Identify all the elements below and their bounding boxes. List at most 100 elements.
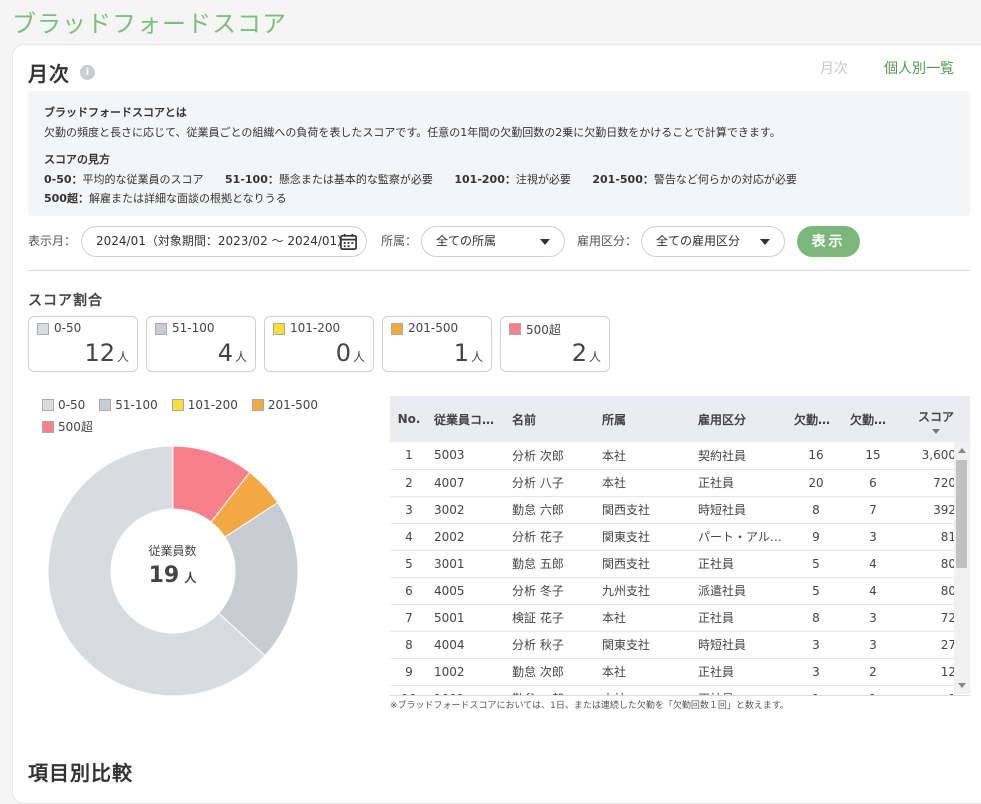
description-box: ブラッドフォードスコアとは 欠勤の頻度と長さに応じて、従業員ごとの組織への負荷を… xyxy=(28,91,970,216)
color-swatch xyxy=(391,323,403,335)
table-header-row: No. 従業員コード 名前 所属 雇用区分 欠勤日数 欠勤回数 スコア xyxy=(390,396,970,442)
score-legend-line-1: 0-50：平均的な従業員のスコア 51-100：懸念または基本的な監察が必要 1… xyxy=(44,173,797,186)
legend-item[interactable]: 101-200 xyxy=(171,398,238,412)
column-header-name[interactable]: 名前 xyxy=(506,396,596,442)
legend-item[interactable]: 500超 xyxy=(42,418,93,435)
table-cell: 5003 xyxy=(428,442,506,470)
table-cell: 2002 xyxy=(428,523,506,551)
calendar-icon[interactable] xyxy=(339,232,358,251)
chart-legend: 0-50 51-100 101-200 201-500 500超 xyxy=(42,398,342,441)
table-cell: 9 xyxy=(788,523,844,551)
table-cell: 正社員 xyxy=(692,685,788,695)
table-cell: 関東支社 xyxy=(596,523,692,551)
table-scrollbar[interactable] xyxy=(954,442,970,694)
tab-monthly[interactable]: 月次 xyxy=(820,58,848,78)
table-row[interactable]: 8 4004 分析 秋子 関東支社 時短社員 3 3 27 xyxy=(390,631,970,659)
show-button[interactable]: 表示 xyxy=(797,226,860,257)
table-cell: 関東支社 xyxy=(596,631,692,659)
table-cell: 正社員 xyxy=(692,604,788,632)
sort-desc-icon[interactable] xyxy=(932,428,940,434)
column-header-absence-days[interactable]: 欠勤日数 xyxy=(788,396,844,442)
color-swatch xyxy=(155,323,167,335)
app-title: ブラッドフォードスコア xyxy=(12,10,287,38)
score-card-label: 101-200 xyxy=(290,321,341,335)
chevron-down-icon xyxy=(760,239,770,245)
table-cell: 本社 xyxy=(596,604,692,632)
employment-type-select[interactable]: 全ての雇用区分 xyxy=(641,226,785,257)
section-title: 月次 xyxy=(28,62,70,86)
table-cell: 3 xyxy=(844,523,902,551)
table-cell: 3 xyxy=(844,604,902,632)
score-card-unit: 人 xyxy=(470,350,483,364)
table-cell: 本社 xyxy=(596,469,692,497)
chevron-down-icon xyxy=(540,239,550,245)
table-row[interactable]: 101001勤怠 一郎本社正社員111 xyxy=(390,685,970,695)
table-cell: 3 xyxy=(788,658,844,686)
score-card-count: 0 xyxy=(335,339,351,367)
column-header-no[interactable]: No. xyxy=(390,396,428,442)
description-text: 欠勤の頻度と長さに応じて、従業員ごとの組織への負荷を表したスコアです。任意の1年… xyxy=(44,126,781,139)
score-card-label: 51-100 xyxy=(172,321,215,335)
table-cell: 分析 八子 xyxy=(506,469,596,497)
table-cell: 4005 xyxy=(428,577,506,605)
table-row[interactable]: 6 4005 分析 冬子 九州支社 派遣社員 5 4 80 xyxy=(390,577,970,605)
table-cell: 本社 xyxy=(596,685,692,695)
info-icon[interactable]: i xyxy=(80,65,95,80)
table-cell: 勤怠 次郎 xyxy=(506,658,596,686)
table-cell: 3 xyxy=(844,631,902,659)
column-header-employee-code[interactable]: 従業員コード xyxy=(428,396,506,442)
score-card-count: 1 xyxy=(453,339,469,367)
score-card-count: 12 xyxy=(84,339,115,367)
table-cell: 15 xyxy=(844,442,902,470)
score-card-label: 201-500 xyxy=(408,321,459,335)
color-swatch xyxy=(509,323,521,335)
table-cell: 16 xyxy=(788,442,844,470)
color-swatch xyxy=(37,323,49,335)
tab-individual-list[interactable]: 個人別一覧 xyxy=(884,58,954,78)
legend-item[interactable]: 0-50 xyxy=(42,398,85,412)
table-row[interactable]: 7 5001 検証 花子 本社 正社員 8 3 72 xyxy=(390,604,970,632)
table-cell: 1 xyxy=(390,442,428,470)
footnote: ※ブラッドフォードスコアにおいては、1日、または連続した欠勤を「欠勤回数１回」と… xyxy=(390,701,789,711)
table-row[interactable]: 5 3001 勤怠 五郎 関西支社 正社員 5 4 80 xyxy=(390,550,970,578)
scroll-down-icon[interactable] xyxy=(958,683,966,688)
table-cell: 勤怠 一郎 xyxy=(506,685,596,695)
legend-item[interactable]: 51-100 xyxy=(99,398,158,412)
column-header-department[interactable]: 所属 xyxy=(596,396,692,442)
table-cell: 3002 xyxy=(428,496,506,524)
table-row[interactable]: 42002分析 花子関東支社パート・アルバイト9381 xyxy=(390,523,970,551)
legend-swatch xyxy=(42,399,54,411)
table-cell: 分析 花子 xyxy=(506,523,596,551)
table-cell: 1 xyxy=(788,685,844,695)
next-section-title: 項目別比較 xyxy=(28,761,133,785)
month-select[interactable]: 2024/01（対象期間：2023/02 〜 2024/01） xyxy=(81,226,367,257)
legend-heading: スコアの見方 xyxy=(44,153,110,166)
legend-swatch xyxy=(251,399,264,411)
scrollbar-thumb[interactable] xyxy=(956,460,967,568)
score-card: 0-50 12 人 xyxy=(28,316,138,372)
table-row[interactable]: 2 4007 分析 八子 本社 正社員 20 6 720 xyxy=(390,469,970,497)
employment-type-label: 雇用区分： xyxy=(577,234,638,248)
department-select[interactable]: 全ての所属 xyxy=(421,226,565,257)
scroll-up-icon[interactable] xyxy=(958,448,966,453)
table-row[interactable]: 3 3002 勤怠 六郎 関西支社 時短社員 8 7 392 xyxy=(390,496,970,524)
table-cell: 8 xyxy=(788,604,844,632)
table-cell: 3001 xyxy=(428,550,506,578)
score-card-label: 0-50 xyxy=(54,321,82,335)
table-cell: 本社 xyxy=(596,442,692,470)
legend-item[interactable]: 201-500 xyxy=(251,398,318,412)
table-cell: 8 xyxy=(788,496,844,524)
column-header-absence-count[interactable]: 欠勤回数 xyxy=(844,396,902,442)
table-cell: 勤怠 五郎 xyxy=(506,550,596,578)
table-row[interactable]: 9 1002 勤怠 次郎 本社 正社員 3 2 12 xyxy=(390,658,970,686)
column-header-score[interactable]: スコア xyxy=(902,396,970,442)
column-header-employment-type[interactable]: 雇用区分 xyxy=(692,396,788,442)
table-cell: 10 xyxy=(390,685,428,695)
legend-label: 51-100 xyxy=(115,398,158,412)
table-cell: 5001 xyxy=(428,604,506,632)
color-swatch xyxy=(273,323,285,335)
table-cell: 3 xyxy=(788,631,844,659)
score-card: 101-200 0 人 xyxy=(264,316,374,372)
table-row[interactable]: 1 5003 分析 次郎 本社 契約社員 16 15 3,600 xyxy=(390,442,970,470)
table-cell: 派遣社員 xyxy=(692,577,788,605)
